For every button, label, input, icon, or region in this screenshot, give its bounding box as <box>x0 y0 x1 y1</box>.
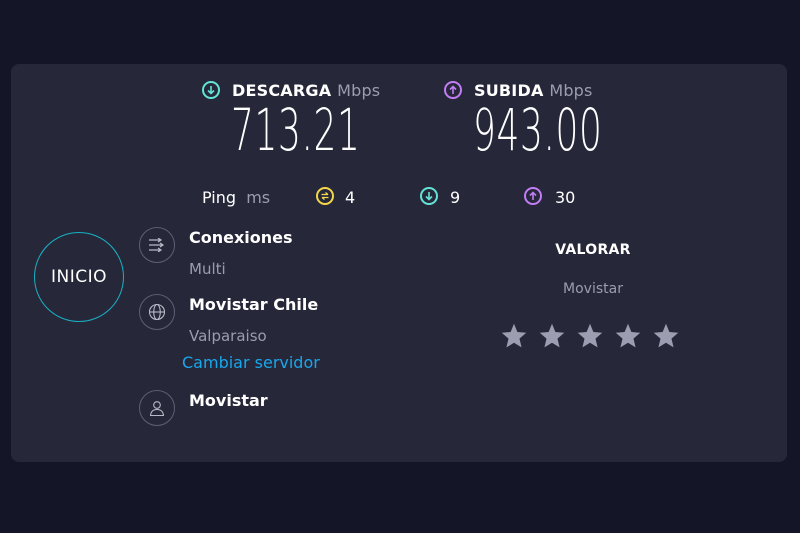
rating-title: VALORAR <box>555 242 631 258</box>
connections-icon[interactable] <box>139 227 175 263</box>
server-location: Valparaiso <box>189 327 267 345</box>
ping-idle-value: 4 <box>345 188 356 207</box>
rating-provider: Movistar <box>563 281 623 297</box>
star-icon[interactable] <box>614 322 642 350</box>
star-icon[interactable] <box>500 322 528 350</box>
ping-upload-icon <box>524 187 542 205</box>
connections-title: Conexiones <box>189 228 293 247</box>
provider-title: Movistar <box>189 391 268 410</box>
ping-unit: ms <box>246 188 271 207</box>
globe-icon <box>139 294 175 330</box>
start-button-label: INICIO <box>50 267 107 287</box>
star-icon[interactable] <box>538 322 566 350</box>
result-card <box>11 64 787 462</box>
user-icon <box>139 390 175 426</box>
download-speed-value: 713.21 <box>231 96 361 164</box>
ping-idle-icon <box>316 187 334 205</box>
download-icon <box>202 81 220 99</box>
rating-stars <box>500 322 680 350</box>
star-icon[interactable] <box>652 322 680 350</box>
star-icon[interactable] <box>576 322 604 350</box>
upload-icon <box>444 81 462 99</box>
server-title: Movistar Chile <box>189 295 319 314</box>
ping-label: Ping ms <box>202 188 271 207</box>
upload-speed-value: 943.00 <box>473 96 603 164</box>
ping-download-value: 9 <box>450 188 461 207</box>
start-button[interactable]: INICIO <box>34 232 124 322</box>
connections-value: Multi <box>189 260 226 278</box>
change-server-link[interactable]: Cambiar servidor <box>182 353 320 372</box>
ping-upload-value: 30 <box>555 188 576 207</box>
ping-download-icon <box>420 187 438 205</box>
